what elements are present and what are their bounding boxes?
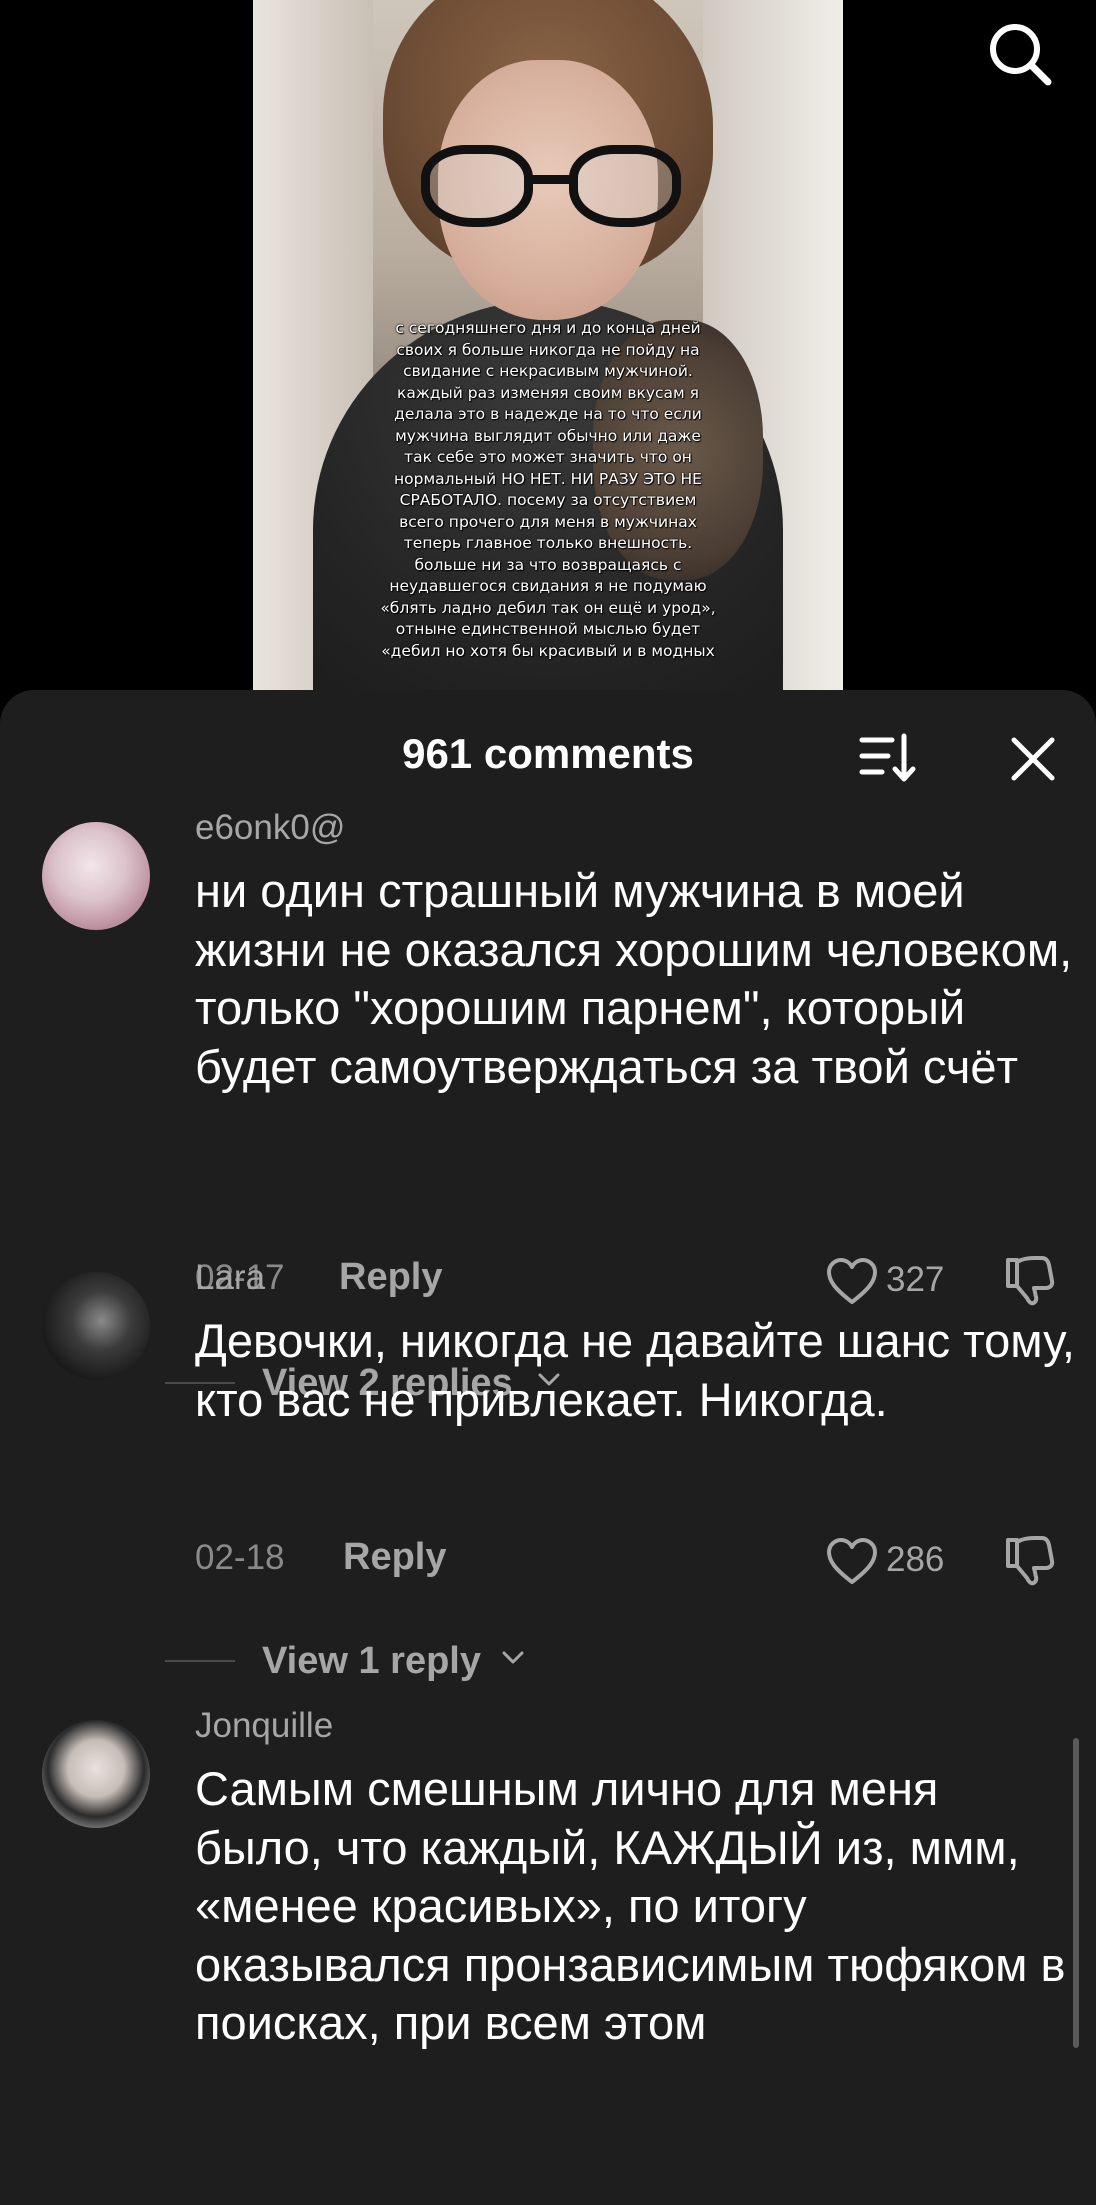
scrollbar[interactable] (1073, 1738, 1079, 2048)
heart-icon[interactable] (825, 1256, 879, 1306)
comments-sheet: 961 comments e6onk0@ ни один страшный му… (0, 690, 1096, 2205)
avatar[interactable] (42, 1720, 150, 1828)
divider-line (165, 1660, 235, 1662)
video-frame[interactable]: с сегодняшнего дня и до конца дней своих… (253, 0, 843, 720)
comment-actions: 02-17 Reply 327 (195, 1256, 1075, 1308)
chevron-down-icon[interactable] (501, 1650, 525, 1666)
dislike-button[interactable] (1000, 1532, 1056, 1588)
close-button[interactable] (1006, 732, 1060, 786)
close-icon[interactable] (1006, 732, 1060, 786)
comment-text: ни один страшный мужчина в моей жизни не… (195, 864, 1073, 1093)
thumbs-down-icon[interactable] (1000, 1252, 1056, 1308)
comment-count: 961 comments (402, 730, 694, 777)
video-area[interactable]: с сегодняшнего дня и до конца дней своих… (0, 0, 1096, 720)
like-count: 327 (886, 1260, 945, 1299)
comment-actions: 02-18 Reply 286 (195, 1536, 1075, 1588)
view-replies-label[interactable]: View 1 reply (262, 1640, 481, 1683)
search-icon[interactable] (984, 18, 1056, 90)
comment-username[interactable]: e6onk0@ (195, 808, 345, 848)
like-button[interactable]: 286 (825, 1534, 965, 1590)
heart-icon[interactable] (825, 1536, 879, 1586)
video-caption-overlay: с сегодняшнего дня и до конца дней своих… (380, 319, 716, 660)
reply-button[interactable]: Reply (343, 1536, 446, 1579)
comment-date: 02-18 (195, 1538, 285, 1577)
comment-text: Самым смешным лично для меня было, что к… (195, 1762, 1066, 2049)
comments-header: 961 comments (0, 690, 1096, 830)
comment-username[interactable]: Lara (195, 1258, 265, 1298)
avatar[interactable] (42, 1272, 150, 1380)
avatar[interactable] (42, 822, 150, 930)
sort-button[interactable] (858, 732, 918, 784)
dislike-button[interactable] (1000, 1252, 1056, 1308)
reply-button[interactable]: Reply (339, 1256, 442, 1299)
comment-text: Девочки, никогда не давайте шанс тому, к… (195, 1314, 1075, 1426)
like-button[interactable]: 327 (825, 1254, 965, 1310)
like-count: 286 (886, 1540, 945, 1579)
sort-icon[interactable] (858, 732, 918, 784)
thumbs-down-icon[interactable] (1000, 1532, 1056, 1588)
video-figure-glasses (421, 145, 681, 235)
comment-username[interactable]: Jonquille (195, 1706, 333, 1746)
search-button[interactable] (984, 18, 1056, 90)
